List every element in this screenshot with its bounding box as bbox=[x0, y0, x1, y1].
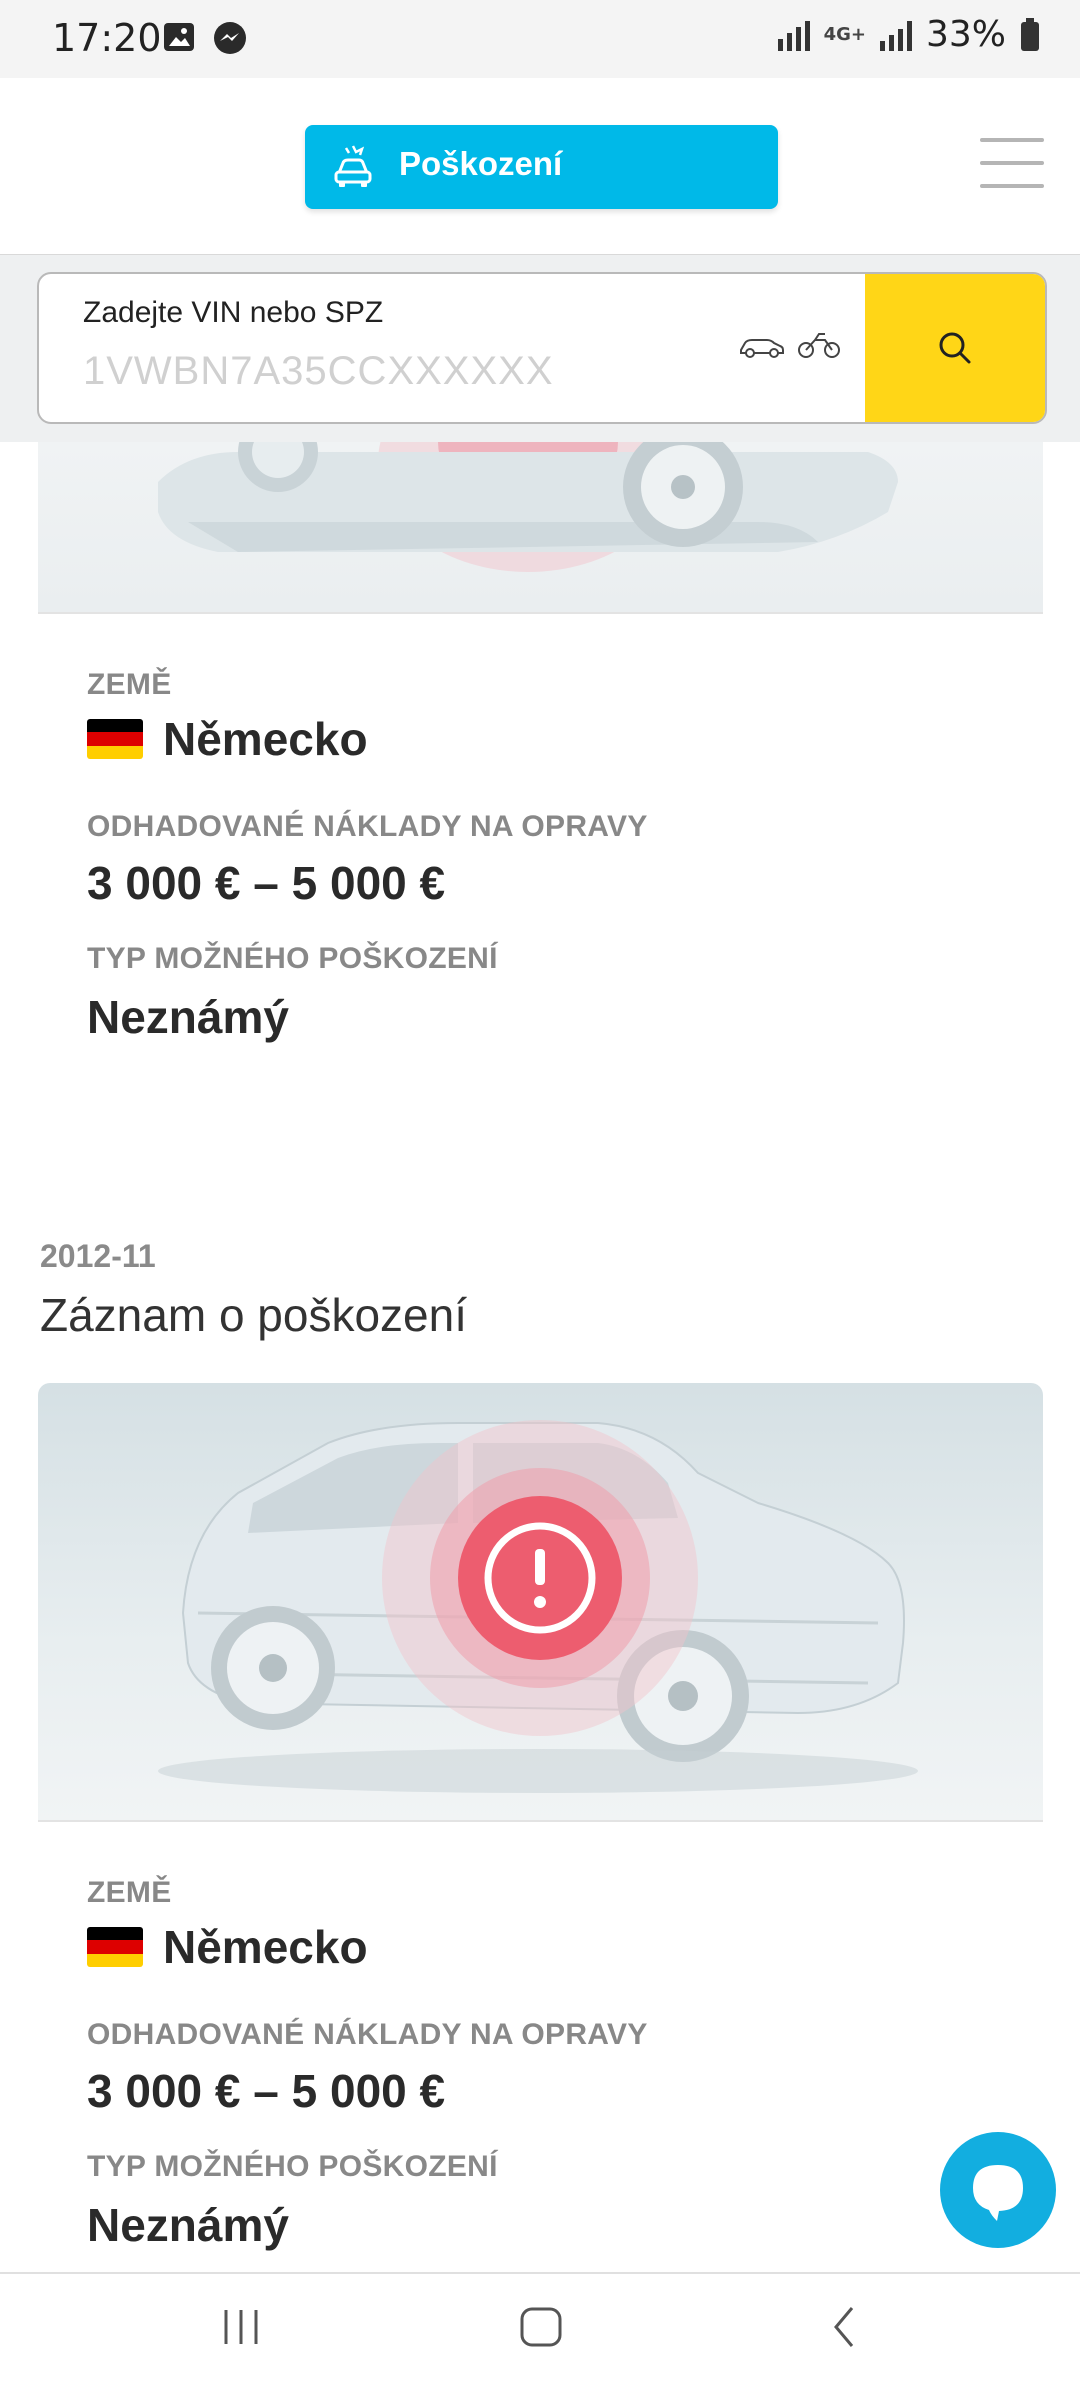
cost-label: ODHADOVANÉ NÁKLADY NA OPRAVY bbox=[87, 810, 648, 843]
menu-line bbox=[980, 184, 1044, 188]
signal-icon bbox=[777, 19, 810, 51]
damage-type-value: Neznámý bbox=[87, 2199, 289, 2251]
cost-value: 3 000 € – 5 000 € bbox=[87, 2065, 446, 2117]
chat-icon bbox=[973, 2165, 1023, 2221]
car-illustration bbox=[158, 1420, 918, 1793]
menu-button[interactable] bbox=[980, 138, 1044, 190]
damage-image bbox=[38, 1383, 1043, 1822]
damage-image-partial bbox=[38, 442, 1043, 614]
search-icon bbox=[939, 332, 971, 364]
country-value: Německo bbox=[163, 713, 368, 765]
search-box: Zadejte VIN nebo SPZ bbox=[37, 272, 1047, 424]
signal-icon-2 bbox=[879, 19, 912, 51]
record-title: Záznam o poškození bbox=[40, 1289, 468, 1341]
country-value: Německo bbox=[163, 1921, 368, 1973]
damage-type-label: TYP MOŽNÉHO POŠKOZENÍ bbox=[87, 2150, 498, 2183]
country-label: ZEMĚ bbox=[87, 1876, 172, 1909]
menu-line bbox=[980, 138, 1044, 142]
clock: 17:20 bbox=[52, 16, 162, 60]
back-icon[interactable] bbox=[822, 2304, 868, 2350]
damage-type-label: TYP MOŽNÉHO POŠKOZENÍ bbox=[87, 942, 498, 975]
network-type: 4G+ bbox=[823, 24, 866, 45]
car-illustration bbox=[158, 442, 898, 572]
motorcycle-type-icon[interactable] bbox=[797, 330, 841, 360]
car-type-icon[interactable] bbox=[737, 330, 785, 360]
damage-nav-label: Poškození bbox=[399, 145, 563, 182]
car-damage-icon bbox=[334, 145, 372, 187]
search-button[interactable] bbox=[865, 274, 1045, 422]
status-bar: 17:20 4G+ 33% bbox=[0, 0, 1080, 78]
damage-type-value: Neznámý bbox=[87, 991, 289, 1043]
battery-icon bbox=[1021, 17, 1039, 51]
record-info-2: ZEMĚ Německo ODHADOVANÉ NÁKLADY NA OPRAV… bbox=[87, 1876, 648, 2252]
home-icon[interactable] bbox=[518, 2304, 564, 2350]
germany-flag-icon bbox=[87, 719, 143, 759]
app-header: Poškození bbox=[0, 78, 1080, 256]
system-nav-bar bbox=[0, 2272, 1080, 2402]
country-label: ZEMĚ bbox=[87, 668, 172, 701]
cost-label: ODHADOVANÉ NÁKLADY NA OPRAVY bbox=[87, 2018, 648, 2051]
vin-search-input[interactable] bbox=[83, 346, 723, 396]
germany-flag-icon bbox=[87, 1927, 143, 1967]
cost-value: 3 000 € – 5 000 € bbox=[87, 857, 446, 909]
search-label: Zadejte VIN nebo SPZ bbox=[83, 296, 384, 329]
record-info-1: ZEMĚ Německo ODHADOVANÉ NÁKLADY NA OPRAV… bbox=[87, 668, 648, 1044]
search-bar: Zadejte VIN nebo SPZ bbox=[0, 255, 1080, 442]
damage-nav-button[interactable]: Poškození bbox=[305, 125, 778, 209]
menu-line bbox=[980, 161, 1044, 165]
chat-button[interactable] bbox=[940, 2132, 1056, 2248]
gallery-icon bbox=[164, 23, 194, 51]
record-date: 2012-11 bbox=[40, 1238, 156, 1274]
battery-level: 33% bbox=[925, 14, 1006, 55]
messenger-icon bbox=[214, 22, 246, 54]
recent-apps-icon[interactable] bbox=[218, 2304, 264, 2350]
